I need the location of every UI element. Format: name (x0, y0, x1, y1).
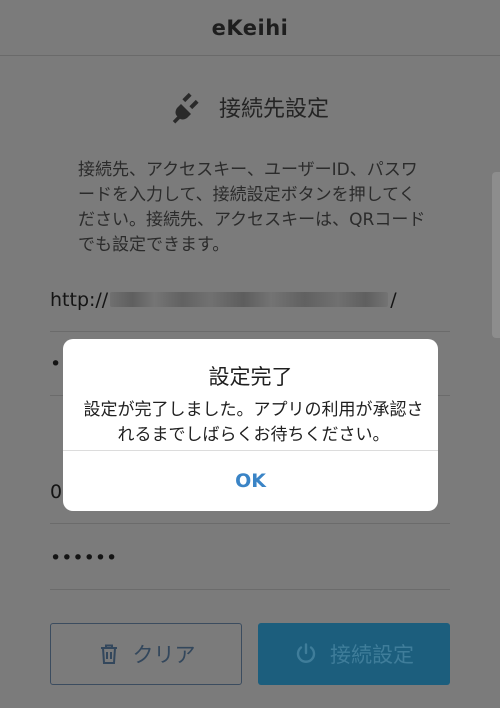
app-title: eKeihi (211, 15, 289, 40)
connect-button-label: 接続設定 (330, 643, 414, 667)
password-value: •••••• (50, 546, 118, 569)
plug-icon (172, 92, 199, 124)
section-heading: 接続先設定 (0, 82, 500, 132)
section-title: 接続先設定 (218, 97, 329, 122)
power-icon (296, 643, 316, 663)
connect-settings-button[interactable]: 接続設定 (258, 623, 450, 685)
instructions-text: 接続先、アクセスキー、ユーザーID、パスワードを入力して、接続設定ボタンを押して… (78, 160, 426, 255)
url-prefix: http:// (50, 288, 109, 311)
trash-icon (100, 644, 117, 664)
dialog-title: 設定完了 (208, 365, 293, 389)
scrollbar[interactable] (492, 172, 500, 338)
app-header: eKeihi (0, 0, 500, 56)
url-field[interactable]: http:// / (50, 268, 450, 332)
clear-button[interactable]: クリア (50, 623, 242, 685)
ok-button[interactable]: OK (63, 451, 438, 511)
user-id-value: 0 (50, 480, 63, 503)
clear-button-label: クリア (132, 643, 196, 667)
settings-complete-dialog: 設定完了 設定が完了しました。アプリの利用が承認されるまでしばらくお待ちください… (63, 339, 438, 511)
password-field[interactable]: •••••• (50, 526, 450, 590)
redacted-url (110, 292, 389, 307)
url-suffix: / (390, 288, 397, 311)
dialog-message: 設定が完了しました。アプリの利用が承認されるまでしばらくお待ちください。 (83, 400, 424, 445)
